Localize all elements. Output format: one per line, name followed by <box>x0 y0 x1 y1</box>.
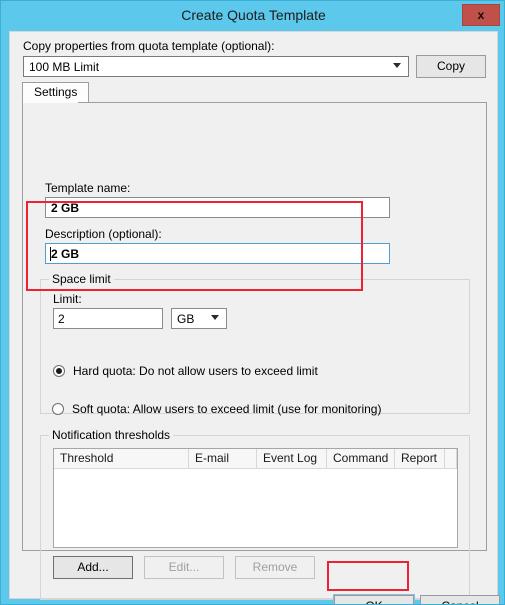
add-threshold-button[interactable]: Add... <box>53 556 133 579</box>
copy-template-dropdown[interactable]: 100 MB Limit <box>23 56 409 77</box>
description-label: Description (optional): <box>45 227 162 241</box>
tab-settings[interactable]: Settings <box>22 82 90 103</box>
create-quota-template-dialog: Create Quota Template x Copy properties … <box>0 0 505 605</box>
column-spacer <box>445 449 457 468</box>
notification-thresholds-group: Notification thresholds Threshold E-mail… <box>40 428 470 600</box>
dialog-client-area: Copy properties from quota template (opt… <box>9 31 500 604</box>
notification-thresholds-title: Notification thresholds <box>49 428 174 443</box>
copy-template-value: 100 MB Limit <box>29 60 100 74</box>
soft-quota-label: Soft quota: Allow users to exceed limit … <box>72 402 382 416</box>
copy-button[interactable]: Copy <box>416 55 486 78</box>
column-report[interactable]: Report <box>395 449 445 468</box>
title-bar: Create Quota Template x <box>1 1 504 31</box>
threshold-list-header: Threshold E-mail Event Log Command Repor… <box>54 449 457 469</box>
hard-quota-label: Hard quota: Do not allow users to exceed… <box>73 364 318 378</box>
template-name-value: 2 GB <box>51 201 80 215</box>
tab-panel-notch <box>23 102 78 103</box>
close-icon[interactable]: x <box>462 4 500 26</box>
column-threshold[interactable]: Threshold <box>54 449 189 468</box>
limit-unit-dropdown[interactable]: GB <box>171 308 227 329</box>
limit-input[interactable]: 2 <box>53 308 163 329</box>
limit-unit-value: GB <box>177 312 195 326</box>
chevron-down-icon <box>393 63 401 68</box>
column-email[interactable]: E-mail <box>189 449 257 468</box>
remove-threshold-button: Remove <box>235 556 315 579</box>
cancel-button[interactable]: Cancel <box>420 595 500 604</box>
column-command[interactable]: Command <box>327 449 395 468</box>
space-limit-group-title: Space limit <box>49 272 114 287</box>
page-title: Create Quota Template <box>181 7 326 23</box>
template-name-label: Template name: <box>45 181 131 195</box>
tab-strip: Settings <box>22 82 487 103</box>
edit-threshold-button: Edit... <box>144 556 224 579</box>
threshold-list[interactable]: Threshold E-mail Event Log Command Repor… <box>53 448 458 548</box>
description-input[interactable]: 2 GB <box>45 243 390 264</box>
template-name-input[interactable]: 2 GB <box>45 197 390 218</box>
radio-selected-icon <box>53 365 65 377</box>
settings-tab-panel: Template name: 2 GB Description (optiona… <box>22 102 487 600</box>
copy-properties-label: Copy properties from quota template (opt… <box>23 39 275 53</box>
column-event-log[interactable]: Event Log <box>257 449 327 468</box>
ok-button[interactable]: OK <box>333 594 415 604</box>
space-limit-group: Space limit Limit: 2 GB Hard quota: Do n… <box>40 272 470 414</box>
limit-value: 2 <box>58 312 65 326</box>
description-value: 2 GB <box>51 247 80 261</box>
radio-unselected-icon <box>52 403 64 415</box>
limit-label: Limit: <box>53 292 82 306</box>
chevron-down-icon <box>211 315 219 320</box>
